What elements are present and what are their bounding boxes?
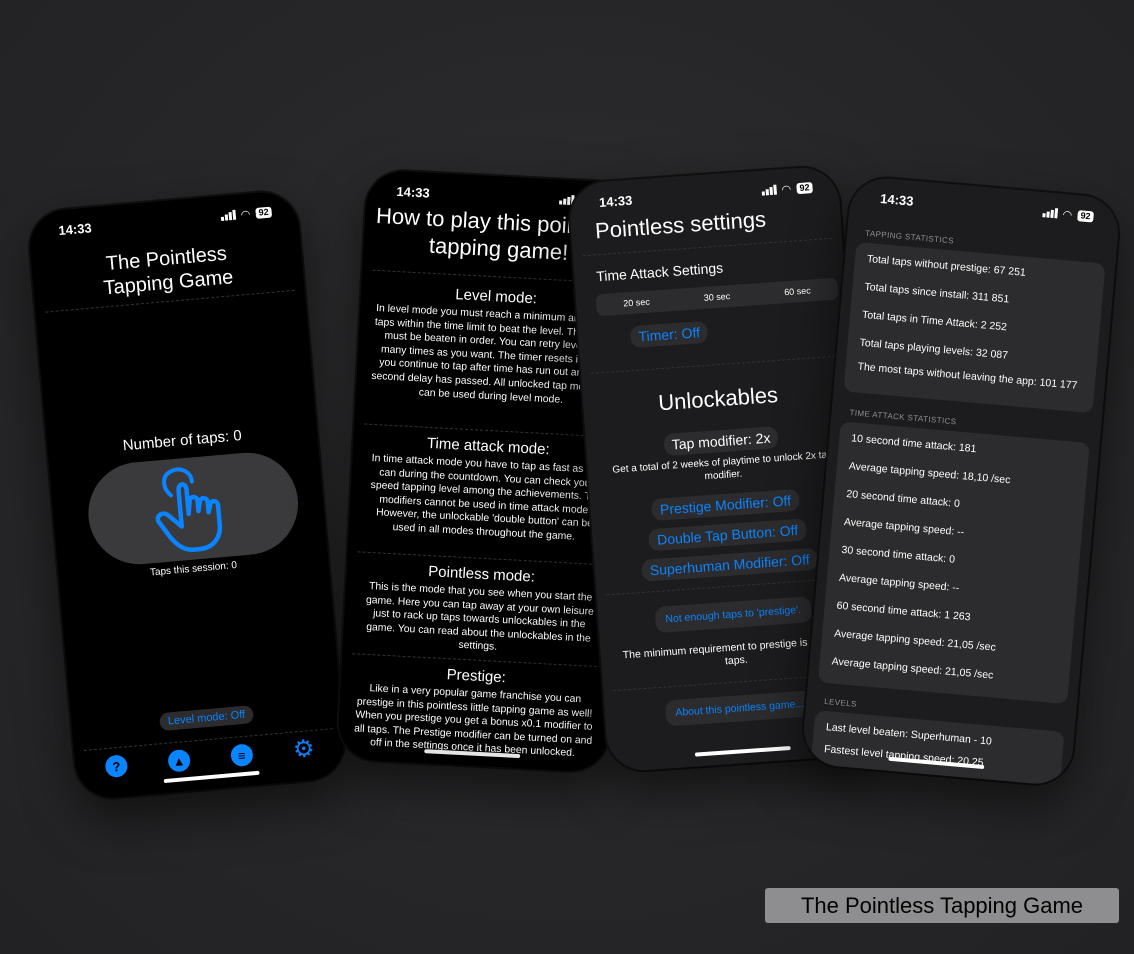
levels-header: LEVELS [823,696,858,709]
status-bar: 14:33 ◠ 92 [849,175,1121,238]
phone-statistics: 14:33 ◠ 92 TAPPING STATISTICS Total taps… [800,175,1122,787]
thumbs-up-icon[interactable]: ▲ [167,748,191,773]
battery-icon: 92 [796,181,813,194]
section-pointless-mode: Pointless mode: This is the mode that yo… [365,563,595,654]
phone-main-screen: 14:33 ◠ 92 The Pointless Tapping Game Nu… [26,189,348,801]
signal-icon [220,209,236,222]
status-time: 14:33 [57,219,93,238]
help-icon[interactable]: ? [104,754,129,779]
gear-icon[interactable]: ⚙ [292,735,316,764]
section-time-attack: Time attack mode: In time attack mode yo… [370,434,604,543]
status-time: 14:33 [598,192,633,210]
segment-30-sec[interactable]: 30 sec [676,289,757,305]
tap-hand-icon [155,467,223,552]
status-time: 14:33 [396,183,431,201]
status-time: 14:33 [879,190,915,209]
section-prestige: Prestige: Like in a very popular game fr… [353,666,593,760]
segment-20-sec[interactable]: 20 sec [596,295,677,311]
caption-label: The Pointless Tapping Game [765,888,1119,923]
tap-button[interactable] [84,448,303,569]
time-attack-settings-label: Time Attack Settings [595,259,724,285]
list-icon[interactable]: ≡ [229,743,254,768]
wifi-icon: ◠ [1062,208,1073,222]
level-mode-toggle[interactable]: Level mode: Off [71,697,342,738]
time-segment-control[interactable]: 20 sec 30 sec 60 sec [595,277,839,317]
signal-icon [1041,207,1058,219]
segment-60-sec[interactable]: 60 sec [757,284,838,300]
battery-icon: 92 [255,206,273,219]
timer-toggle[interactable]: Timer: Off [629,320,709,349]
signal-icon [761,184,777,196]
tab-bar: ? ▲ ≡ ⚙ [104,735,316,779]
divider [590,355,841,374]
battery-icon: 92 [1077,209,1095,223]
wifi-icon: ◠ [781,183,792,196]
tap-counter: Number of taps: 0 [122,427,243,455]
wifi-icon: ◠ [240,207,251,221]
home-indicator [163,770,260,784]
unlockables-title: Unlockables [657,382,779,416]
home-indicator [694,745,791,757]
